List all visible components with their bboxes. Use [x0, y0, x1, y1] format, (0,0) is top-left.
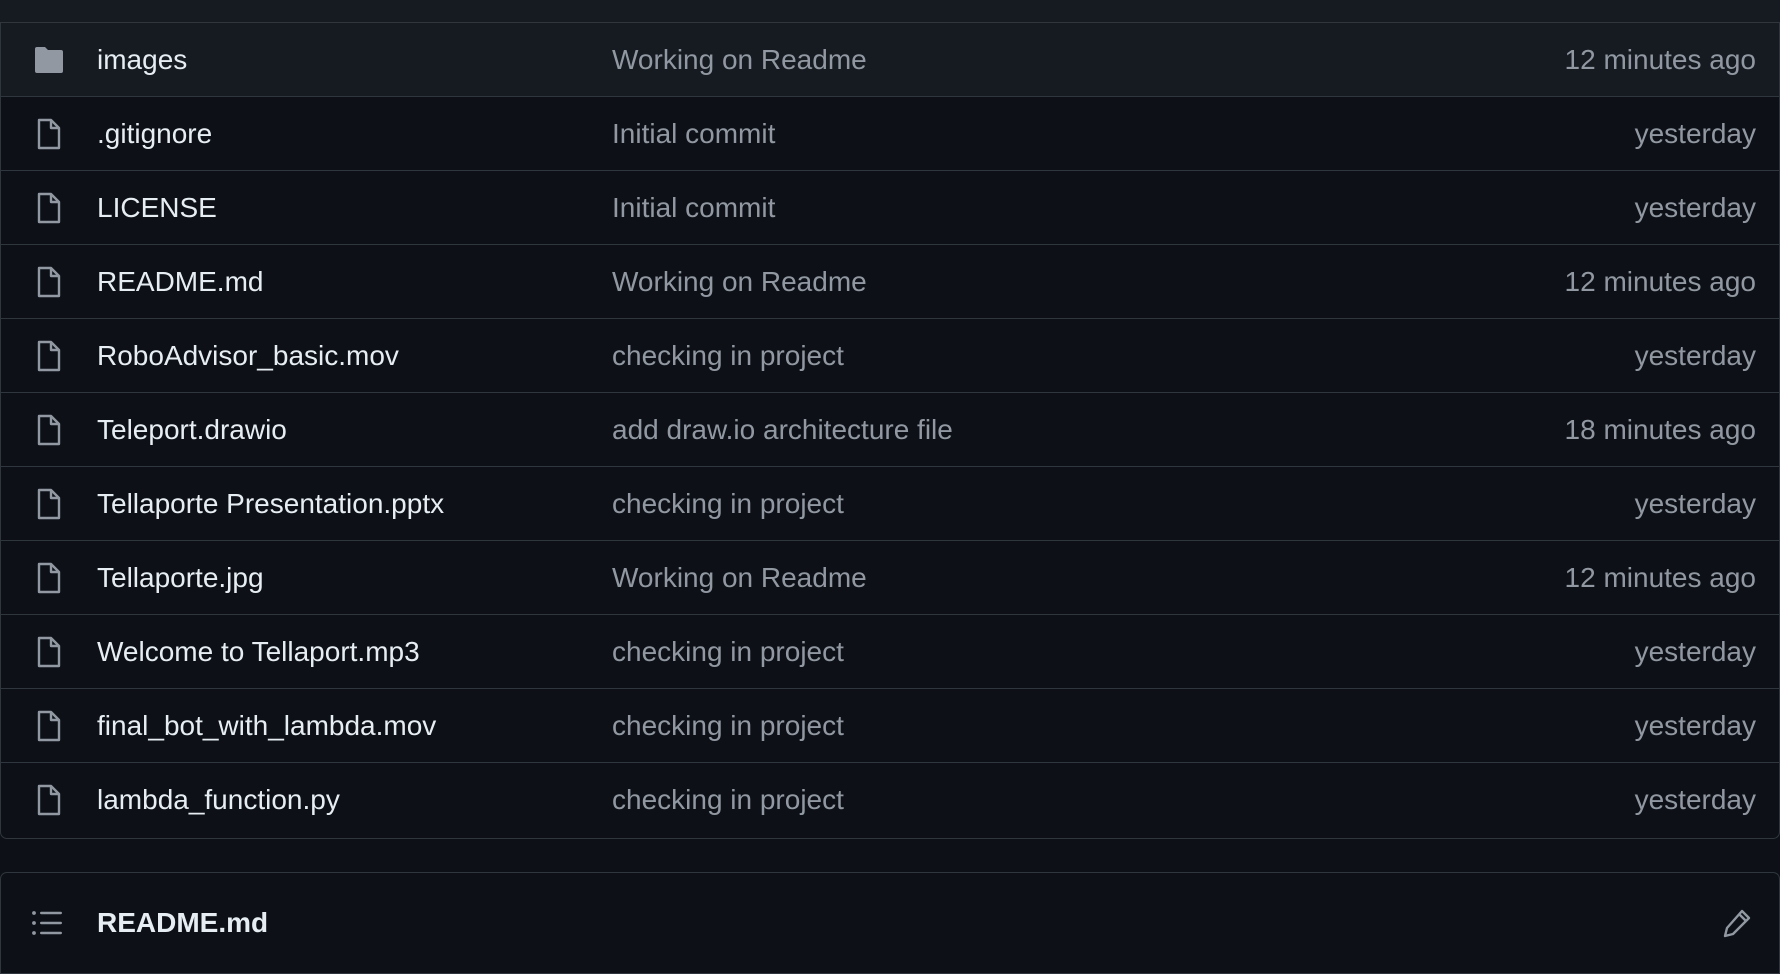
file-name-link[interactable]: lambda_function.py	[97, 763, 340, 837]
file-name-link[interactable]: final_bot_with_lambda.mov	[97, 689, 436, 763]
commit-time: yesterday	[1634, 340, 1756, 371]
file-name-link[interactable]: README.md	[97, 245, 263, 319]
file-icon	[32, 709, 66, 743]
file-row[interactable]: Teleport.drawio add draw.io architecture…	[1, 393, 1779, 467]
commit-message-link[interactable]: Initial commit	[612, 171, 775, 245]
file-icon	[32, 413, 66, 447]
readme-title[interactable]: README.md	[97, 873, 268, 973]
list-icon	[31, 910, 63, 936]
file-name-link[interactable]: LICENSE	[97, 171, 217, 245]
file-row[interactable]: README.md Working on Readme 12 minutes a…	[1, 245, 1779, 319]
file-icon	[32, 635, 66, 669]
commit-time: yesterday	[1634, 192, 1756, 223]
commit-time: yesterday	[1634, 488, 1756, 519]
file-name-link[interactable]: Welcome to Tellaport.mp3	[97, 615, 420, 689]
file-icon	[32, 487, 66, 521]
file-icon	[32, 191, 66, 225]
file-row[interactable]: images Working on Readme 12 minutes ago	[1, 23, 1779, 97]
commit-message-link[interactable]: checking in project	[612, 467, 844, 541]
file-row[interactable]: final_bot_with_lambda.mov checking in pr…	[1, 689, 1779, 763]
commit-time: yesterday	[1634, 118, 1756, 149]
commit-message-link[interactable]: checking in project	[612, 319, 844, 393]
file-row[interactable]: LICENSE Initial commit yesterday	[1, 171, 1779, 245]
commit-time: 12 minutes ago	[1564, 266, 1756, 297]
file-icon	[32, 561, 66, 595]
commit-message-link[interactable]: Working on Readme	[612, 541, 867, 615]
file-name-link[interactable]: .gitignore	[97, 97, 212, 171]
folder-icon	[32, 43, 66, 77]
commit-message-link[interactable]: Initial commit	[612, 97, 775, 171]
readme-header: README.md	[0, 872, 1780, 974]
commit-message-link[interactable]: checking in project	[612, 763, 844, 837]
file-icon	[32, 117, 66, 151]
file-table: images Working on Readme 12 minutes ago …	[0, 23, 1780, 839]
file-row[interactable]: RoboAdvisor_basic.mov checking in projec…	[1, 319, 1779, 393]
pencil-icon	[1722, 908, 1752, 938]
commit-message-link[interactable]: checking in project	[612, 615, 844, 689]
commit-message-link[interactable]: checking in project	[612, 689, 844, 763]
commit-time: 18 minutes ago	[1564, 414, 1756, 445]
commit-time: yesterday	[1634, 710, 1756, 741]
commit-time: 12 minutes ago	[1564, 44, 1756, 75]
file-name-link[interactable]: images	[97, 23, 187, 97]
file-row[interactable]: lambda_function.py checking in project y…	[1, 763, 1779, 837]
commit-time: yesterday	[1634, 784, 1756, 815]
commit-time: 12 minutes ago	[1564, 562, 1756, 593]
file-row[interactable]: Welcome to Tellaport.mp3 checking in pro…	[1, 615, 1779, 689]
file-row[interactable]: .gitignore Initial commit yesterday	[1, 97, 1779, 171]
file-icon	[32, 783, 66, 817]
file-name-link[interactable]: RoboAdvisor_basic.mov	[97, 319, 399, 393]
file-icon	[32, 339, 66, 373]
file-name-link[interactable]: Tellaporte Presentation.pptx	[97, 467, 444, 541]
commit-message-link[interactable]: add draw.io architecture file	[612, 393, 953, 467]
commit-time: yesterday	[1634, 636, 1756, 667]
file-table-header	[0, 0, 1780, 23]
file-row[interactable]: Tellaporte.jpg Working on Readme 12 minu…	[1, 541, 1779, 615]
commit-message-link[interactable]: Working on Readme	[612, 23, 867, 97]
file-name-link[interactable]: Teleport.drawio	[97, 393, 287, 467]
commit-message-link[interactable]: Working on Readme	[612, 245, 867, 319]
file-icon	[32, 265, 66, 299]
table-of-contents-button[interactable]	[27, 903, 67, 943]
file-name-link[interactable]: Tellaporte.jpg	[97, 541, 264, 615]
edit-readme-button[interactable]	[1719, 905, 1755, 941]
file-row[interactable]: Tellaporte Presentation.pptx checking in…	[1, 467, 1779, 541]
